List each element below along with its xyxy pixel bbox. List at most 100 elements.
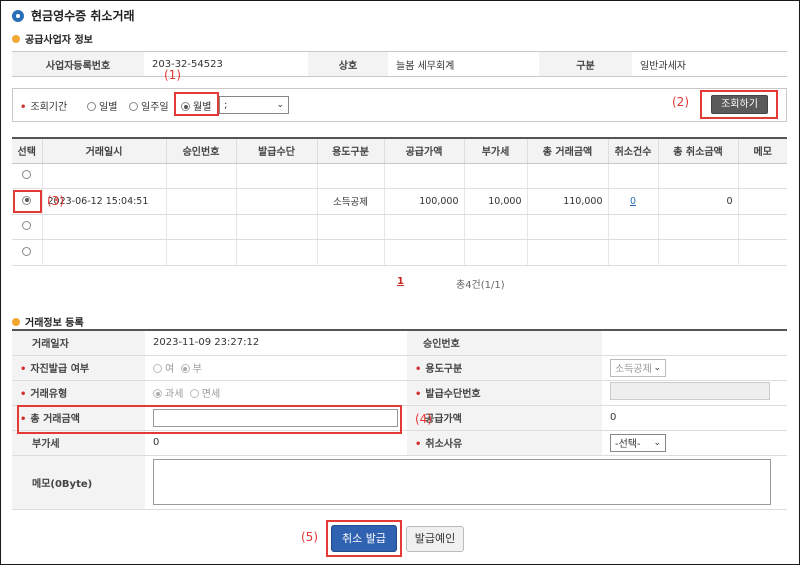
company-name-label: 상호 (308, 51, 388, 77)
annotation-5: (5) (301, 530, 318, 544)
col-supply: 공급가액 (383, 138, 464, 164)
self-issue-options: 여 부 (145, 355, 407, 381)
col-approval-no: 승인번호 (165, 138, 236, 164)
trade-type-free-radio[interactable] (189, 389, 199, 398)
pager-summary: 총4건(1/1) (456, 280, 505, 291)
trade-type-tax-radio[interactable] (153, 389, 162, 398)
supplier-section-title: 공급사업자 정보 (12, 31, 93, 46)
cancel-reason-select-value: -선택- (615, 439, 641, 450)
trade-section-title-text: 거래정보 등록 (25, 318, 84, 329)
radio-monthly[interactable] (181, 102, 190, 111)
row-select-highlight (13, 190, 42, 213)
period-weekly-radio[interactable]: 일주일 (129, 98, 169, 113)
col-cancel-count: 취소건수 (607, 138, 658, 164)
trade-section-title: 거래정보 등록 (12, 314, 84, 329)
month-select[interactable]: ; ⌄ (219, 96, 289, 114)
row-total: 110,000 (526, 188, 608, 215)
chevron-down-icon: ⌄ (653, 437, 661, 448)
issue-confirm-button[interactable]: 발급예인 (406, 526, 464, 552)
tax-type-label: 구분 (539, 51, 632, 77)
row-select-radio[interactable] (22, 170, 32, 180)
row-select-radio[interactable] (22, 246, 32, 256)
usage-select[interactable]: 소득공제 ⌄ (610, 358, 666, 377)
self-issue-label: • 자진발급 여부 (12, 355, 145, 381)
col-cancel-amount: 총 취소금액 (657, 138, 738, 164)
supply-amount-label: 공급가액 (407, 405, 602, 431)
page-title-text: 현금영수증 취소거래 (31, 9, 135, 23)
period-weekly-label: 일주일 (141, 102, 169, 113)
col-usage: 용도구분 (316, 138, 384, 164)
month-select-value: ; (224, 99, 228, 111)
col-datetime: 거래일시 (41, 138, 166, 164)
usage-label: • 용도구분 (407, 355, 602, 381)
self-issue-no-radio[interactable] (180, 364, 190, 373)
approval-no-label: 승인번호 (407, 330, 602, 356)
trade-type-label-text: 거래유형 (30, 389, 68, 400)
trade-type-tax-label: 과세 (165, 389, 184, 400)
col-vat: 부가세 (463, 138, 527, 164)
col-select: 선택 (12, 138, 42, 164)
col-issue-means: 발급수단 (235, 138, 317, 164)
approval-no-value (602, 330, 787, 356)
radio-daily[interactable] (87, 102, 96, 111)
total-amount-highlight (17, 405, 402, 434)
row-select-radio[interactable] (22, 221, 32, 231)
chevron-down-icon: ⌄ (653, 362, 661, 373)
trade-type-options: 과세 면세 (145, 380, 407, 406)
issue-means-no-input[interactable] (610, 382, 770, 400)
section-bullet-icon (12, 34, 20, 43)
annotation-1: (1) (164, 68, 181, 82)
company-name-value: 늘봄 세무회계 (388, 51, 539, 77)
cancel-reason-label-text: 취소사유 (425, 439, 463, 450)
tax-type-value: 일반과세자 (632, 51, 787, 77)
self-issue-label-text: 자진발급 여부 (30, 364, 90, 375)
row-vat: 10,000 (463, 188, 527, 215)
table-row (12, 163, 787, 189)
cancel-reason-select[interactable]: -선택- ⌄ (610, 433, 666, 452)
self-issue-no-label: 부 (192, 364, 202, 375)
annotation-4: (4) (415, 412, 432, 426)
self-issue-yes-label: 여 (165, 364, 175, 375)
period-label: • 조회기간 (20, 98, 67, 113)
supplier-section-title-text: 공급사업자 정보 (25, 35, 93, 46)
trade-date-label: 거래일자 (12, 330, 145, 356)
col-total: 총 거래금액 (526, 138, 608, 164)
annotation-2: (2) (672, 95, 689, 109)
trade-type-label: • 거래유형 (12, 380, 145, 406)
trade-date-value: 2023-11-09 23:27:12 (145, 330, 407, 356)
period-label-text: 조회기간 (30, 102, 68, 113)
row-cancel-count-link[interactable]: 0 (630, 196, 636, 207)
trade-type-free-label: 면세 (201, 389, 221, 400)
pager-current-page[interactable]: 1 (397, 276, 404, 287)
period-monthly-label: 월별 (193, 102, 212, 113)
reg-no-label: 사업자등록번호 (12, 51, 144, 77)
title-bullet-icon (12, 9, 24, 22)
annotation-3: (3) (47, 194, 64, 208)
required-mark: • (20, 102, 27, 113)
issue-means-no-label: • 발급수단번호 (407, 380, 602, 406)
section-bullet-icon (12, 317, 20, 326)
row-cancel-amount: 0 (657, 188, 738, 215)
row-supply: 100,000 (383, 188, 464, 215)
issue-means-no-label-text: 발급수단번호 (425, 389, 481, 400)
table-row (12, 214, 787, 240)
col-memo: 메모 (737, 138, 787, 164)
usage-label-text: 용도구분 (425, 364, 463, 375)
supply-amount-value: 0 (602, 405, 787, 431)
table-row (12, 239, 787, 266)
period-monthly-radio[interactable]: 월별 (181, 98, 211, 113)
memo-label: 메모(0Byte) (12, 455, 145, 510)
memo-textarea[interactable] (153, 459, 771, 505)
chevron-down-icon: ⌄ (276, 100, 284, 110)
period-daily-radio[interactable]: 일별 (87, 98, 117, 113)
radio-weekly[interactable] (129, 102, 138, 111)
supplier-info-table: 사업자등록번호 203-32-54523 상호 늘봄 세무회계 구분 일반과세자 (12, 51, 787, 77)
period-daily-label: 일별 (99, 102, 118, 113)
usage-select-value: 소득공제 (615, 364, 652, 375)
cancel-issue-button[interactable]: 취소 발급 (331, 525, 397, 552)
search-button[interactable]: 조회하기 (711, 95, 768, 114)
row-usage: 소득공제 (316, 188, 384, 215)
page-title: 현금영수증 취소거래 (12, 7, 135, 24)
table-row: 2023-06-12 15:04:51 소득공제 100,000 10,000 … (12, 188, 787, 215)
self-issue-yes-radio[interactable] (153, 364, 162, 373)
